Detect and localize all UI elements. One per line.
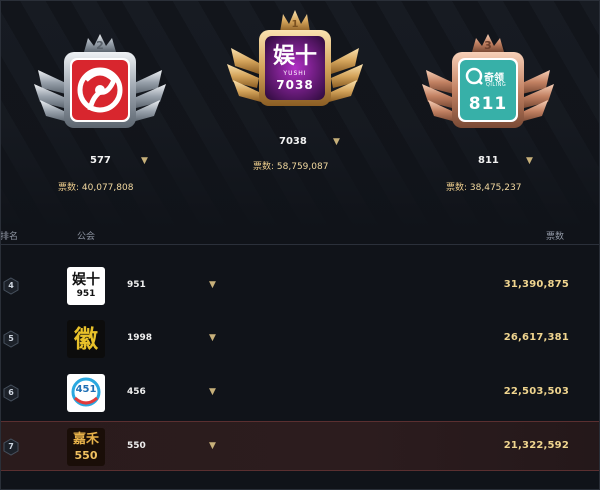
podium-first: 1 娱十 YUSHI 7038 7038 ▼ 票数: 58,759,087 [225,8,365,178]
guild-name: 1998 [127,333,153,343]
podium-name: 811 [478,155,499,166]
podium-third: 3 奇领 QILING 811 811 ▼ 票数: 38,475,237 [418,22,558,197]
rank-badge: 6 [3,384,19,402]
row-votes: 21,322,592 [503,440,569,451]
chevron-down-icon[interactable]: ▼ [209,280,216,290]
chevron-down-icon[interactable]: ▼ [141,156,148,166]
guild-logo: 451 [67,374,105,412]
guild-logo: 嘉禾 550 [67,428,105,466]
guild-logo: 徽 [67,320,105,358]
header-rank: 排名 [0,232,19,242]
header-guild: 公会 [77,232,96,242]
row-votes: 22,503,503 [503,386,569,397]
podium-votes: 票数: 40,077,808 [58,180,133,193]
table-row[interactable]: 6 451 456 ▼ 22,503,503 [0,368,600,418]
table-row[interactable]: 5 徽 1998 ▼ 26,617,381 [0,314,600,364]
votes-value: 40,077,808 [81,183,134,193]
svg-text:3: 3 [484,39,492,52]
chevron-down-icon[interactable]: ▼ [209,333,216,343]
guild-logo: 奇领 QILING 811 [468,73,508,114]
votes-value: 38,475,237 [469,183,522,193]
votes-value: 58,759,087 [276,162,329,172]
row-votes: 31,390,875 [503,279,569,290]
podium-votes: 票数: 38,475,237 [446,180,521,193]
guild-logo: 娱十 YUSHI 7038 [272,44,317,92]
guild-name: 456 [127,387,146,397]
votes-label: 票数: [446,183,468,193]
chevron-down-icon[interactable]: ▼ [209,441,216,451]
rank-badge: 5 [3,330,19,348]
podium-name: 7038 [279,136,307,147]
header-divider [0,244,600,245]
guild-name: 550 [127,441,146,451]
header-votes: 票数 [546,232,565,242]
guild-name: 951 [127,280,146,290]
chevron-down-icon[interactable]: ▼ [333,137,340,147]
guild-logo: 娱十 951 [67,267,105,305]
row-votes: 26,617,381 [503,332,569,343]
svg-text:1: 1 [292,19,299,30]
table-row-selected[interactable]: 7 嘉禾 550 550 ▼ 21,322,592 [0,421,600,471]
rank-badge: 4 [3,277,19,295]
rank-3-mark: 3 [484,39,492,52]
svg-text:2: 2 [96,39,104,52]
podium-votes: 票数: 58,759,087 [253,159,328,172]
votes-label: 票数: [58,183,80,193]
chevron-down-icon[interactable]: ▼ [209,387,216,397]
podium-name: 577 [90,155,111,166]
rank-badge: 7 [3,438,19,456]
podium-second: 2 577 ▼ 票数: 40,077,808 [30,22,170,197]
chevron-down-icon[interactable]: ▼ [526,156,533,166]
votes-label: 票数: [253,162,275,172]
table-row[interactable]: 4 娱十 951 951 ▼ 31,390,875 [0,261,600,311]
rank-2-mark: 2 [96,39,104,52]
rank-1-mark: 1 [292,19,299,30]
